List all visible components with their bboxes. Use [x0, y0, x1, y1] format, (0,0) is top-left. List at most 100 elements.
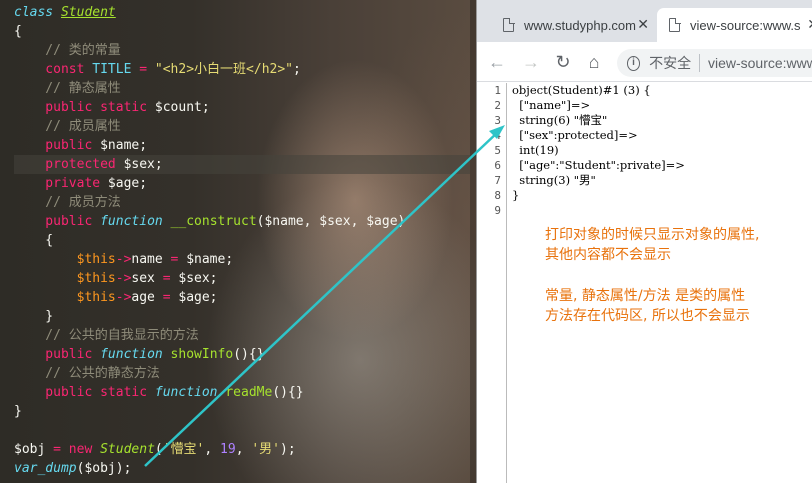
- line-number: 7: [494, 174, 501, 187]
- annotation-text: 方法存在代码区, 所以也不会显示: [545, 308, 750, 324]
- code-token: private: [14, 176, 101, 191]
- code-line[interactable]: public function __construct($name, $sex,…: [14, 212, 405, 231]
- code-line[interactable]: public function showInfo(){}: [14, 345, 264, 364]
- line-number: 4: [494, 129, 501, 142]
- code-token: // 类的常量: [14, 43, 121, 58]
- close-icon[interactable]: ✕: [807, 16, 812, 33]
- code-token: $name;: [92, 138, 148, 153]
- source-line: }: [512, 188, 520, 202]
- code-token: // 公共的静态方法: [14, 366, 160, 381]
- code-token: ->: [115, 290, 132, 305]
- code-token: public static: [14, 100, 148, 115]
- code-line[interactable]: $this->age = $age;: [14, 288, 218, 307]
- code-line[interactable]: $obj = new Student('懵宝', 19, '男');: [14, 440, 296, 459]
- line-number: 1: [494, 84, 501, 97]
- code-token: {: [14, 24, 22, 39]
- code-line[interactable]: const TITLE = "<h2>小白一班</h2>";: [14, 60, 301, 79]
- tab-view-source[interactable]: view-source:www.s ✕: [657, 8, 812, 42]
- code-line[interactable]: {: [14, 22, 22, 41]
- close-icon[interactable]: ✕: [637, 16, 649, 33]
- code-token: TITLE: [84, 62, 140, 77]
- code-token: sex: [131, 271, 163, 286]
- line-number: 8: [494, 189, 501, 202]
- info-icon[interactable]: i: [627, 55, 641, 71]
- code-token: function: [92, 347, 163, 362]
- security-label: 不安全: [649, 55, 692, 71]
- line-number: 2: [494, 99, 501, 112]
- code-line[interactable]: // 公共的静态方法: [14, 364, 160, 383]
- forward-arrow-icon[interactable]: →: [519, 50, 543, 74]
- code-line[interactable]: }: [14, 402, 22, 421]
- code-token: var_dump: [14, 461, 77, 476]
- tab-studyphp[interactable]: www.studyphp.com ✕: [491, 8, 657, 42]
- code-line[interactable]: // 类的常量: [14, 41, 121, 60]
- code-token: $sex;: [170, 271, 218, 286]
- address-bar[interactable]: i 不安全 view-source:www.s: [617, 49, 812, 77]
- code-line[interactable]: public static $count;: [14, 98, 210, 117]
- reload-icon[interactable]: ↻: [551, 50, 575, 74]
- divider: [699, 54, 700, 72]
- code-token: ,: [204, 442, 221, 457]
- code-token: new: [60, 442, 93, 457]
- code-token: // 成员属性: [14, 119, 121, 134]
- code-token: "<h2>小白一班</h2>": [147, 62, 293, 77]
- home-icon[interactable]: ⌂: [582, 50, 606, 74]
- source-line: ["name"]=>: [512, 98, 591, 112]
- code-editor[interactable]: class Student { // 类的常量 const TITLE = "<h…: [0, 0, 476, 483]
- code-line[interactable]: // 静态属性: [14, 79, 121, 98]
- code-token: ($name, $sex, $age): [256, 214, 406, 229]
- code-token: const: [14, 62, 85, 77]
- code-token: Student: [92, 442, 155, 457]
- code-line[interactable]: class Student: [14, 3, 116, 22]
- code-line[interactable]: $this->name = $name;: [14, 250, 234, 269]
- code-token: $age;: [170, 290, 218, 305]
- source-line: ["sex":protected]=>: [512, 128, 638, 142]
- code-token: (: [154, 442, 163, 457]
- tab-bar: www.studyphp.com ✕ view-source:www.s ✕: [477, 0, 812, 42]
- code-token: }: [14, 309, 54, 324]
- source-line: string(3) "男": [512, 173, 596, 187]
- annotation-text: 其他内容都不会显示: [545, 247, 671, 263]
- code-line[interactable]: // 成员属性: [14, 117, 121, 136]
- code-token: $obj: [14, 442, 54, 457]
- source-line: string(6) "懵宝": [512, 113, 608, 127]
- code-line[interactable]: $this->sex = $sex;: [14, 269, 218, 288]
- code-token: $count;: [147, 100, 210, 115]
- source-line: ["age":"Student":private]=>: [512, 158, 685, 172]
- code-token: $sex;: [115, 157, 163, 172]
- annotation-text: 打印对象的时候只显示对象的属性,: [545, 227, 760, 243]
- code-token: ($obj);: [76, 461, 132, 476]
- code-token: public static: [14, 385, 148, 400]
- code-token: =: [162, 290, 171, 305]
- source-line: object(Student)#1 (3) {: [512, 83, 651, 97]
- code-line[interactable]: // 公共的自我显示的方法: [14, 326, 199, 345]
- code-line[interactable]: private $age;: [14, 174, 147, 193]
- back-arrow-icon[interactable]: ←: [485, 50, 509, 74]
- page-icon: [669, 17, 681, 32]
- code-token: =: [53, 442, 61, 457]
- code-token: ,: [235, 442, 252, 457]
- code-token: {: [14, 233, 54, 248]
- code-token: name: [131, 252, 171, 267]
- code-token: public: [14, 138, 93, 153]
- code-line[interactable]: public static function readMe(){}: [14, 383, 304, 402]
- browser-window: www.studyphp.com ✕ view-source:www.s ✕ ←…: [476, 0, 812, 483]
- view-source-content: 1 2 3 4 5 6 7 8 9 object(Student)#1 (3) { ["name…: [477, 83, 812, 483]
- code-token: (){}: [272, 385, 304, 400]
- code-line[interactable]: public $name;: [14, 136, 147, 155]
- code-line[interactable]: protected $sex;: [14, 155, 470, 174]
- code-token: ;: [293, 62, 301, 77]
- code-line[interactable]: // 成员方法: [14, 193, 121, 212]
- code-token: protected: [14, 157, 116, 172]
- code-token: public: [14, 347, 93, 362]
- code-token: '男': [251, 442, 281, 457]
- code-line[interactable]: }: [14, 307, 53, 326]
- code-token: $this: [14, 271, 116, 286]
- code-line[interactable]: var_dump($obj);: [14, 459, 131, 478]
- tab-title: www.studyphp.com: [524, 17, 636, 33]
- code-line[interactable]: {: [14, 231, 53, 250]
- code-token: showInfo: [162, 347, 234, 362]
- line-number: 3: [494, 114, 501, 127]
- code-token: public: [14, 214, 93, 229]
